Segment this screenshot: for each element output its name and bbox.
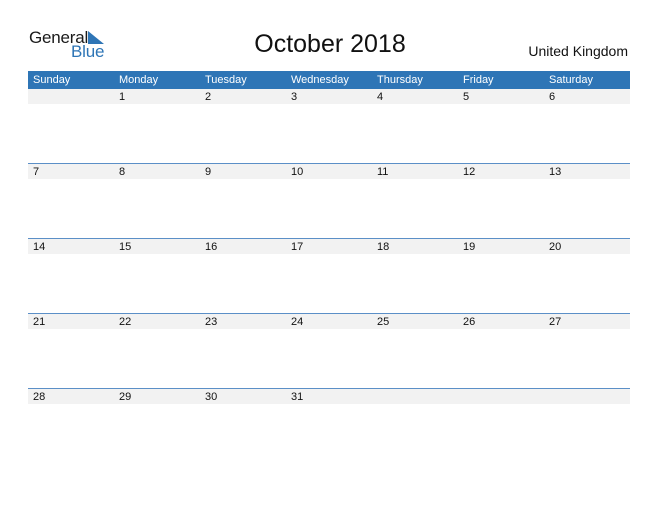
day-cell: 14 [33, 241, 46, 253]
day-cell: 1 [119, 91, 126, 103]
weekday-tuesday: Tuesday [205, 74, 247, 86]
day-cell: 21 [33, 316, 46, 328]
day-cell: 4 [377, 91, 384, 103]
day-cell: 29 [119, 391, 132, 403]
day-cell: 9 [205, 166, 212, 178]
week-row: 28 29 30 31 [28, 388, 630, 464]
date-strip: 28 29 30 31 [28, 389, 630, 404]
day-cell: 8 [119, 166, 126, 178]
country-label: United Kingdom [528, 43, 628, 59]
weekday-thursday: Thursday [377, 74, 423, 86]
day-cell: 7 [33, 166, 40, 178]
day-cell [28, 89, 114, 104]
day-cell: 15 [119, 241, 132, 253]
day-cell [372, 389, 458, 404]
day-cell: 19 [463, 241, 476, 253]
date-strip: 21 22 23 24 25 26 27 [28, 314, 630, 329]
day-cell: 25 [377, 316, 390, 328]
day-cell: 24 [291, 316, 304, 328]
weekday-header: Sunday Monday Tuesday Wednesday Thursday… [28, 71, 630, 89]
day-cell: 5 [463, 91, 470, 103]
date-strip: 7 8 9 10 11 12 13 [28, 164, 630, 179]
day-cell: 2 [205, 91, 212, 103]
weekday-wednesday: Wednesday [291, 74, 349, 86]
day-cell: 22 [119, 316, 132, 328]
day-cell [458, 389, 544, 404]
date-strip: 14 15 16 17 18 19 20 [28, 239, 630, 254]
day-cell: 30 [205, 391, 218, 403]
weekday-saturday: Saturday [549, 74, 594, 86]
date-strip: 1 2 3 4 5 6 [28, 89, 630, 104]
day-cell: 6 [549, 91, 556, 103]
day-cell: 31 [291, 391, 304, 403]
day-cell: 27 [549, 316, 562, 328]
day-cell: 17 [291, 241, 304, 253]
day-cell: 12 [463, 166, 476, 178]
week-row: 21 22 23 24 25 26 27 [28, 313, 630, 389]
day-cell: 26 [463, 316, 476, 328]
day-cell: 18 [377, 241, 390, 253]
day-cell: 23 [205, 316, 218, 328]
day-cell: 3 [291, 91, 298, 103]
day-cell: 11 [377, 166, 389, 178]
weekday-friday: Friday [463, 74, 494, 86]
week-row: 7 8 9 10 11 12 13 [28, 163, 630, 239]
day-cell [544, 389, 630, 404]
weekday-sunday: Sunday [33, 74, 71, 86]
week-row: 1 2 3 4 5 6 [28, 89, 630, 164]
day-cell: 13 [549, 166, 562, 178]
day-cell: 10 [291, 166, 304, 178]
weekday-monday: Monday [119, 74, 159, 86]
week-row: 14 15 16 17 18 19 20 [28, 238, 630, 314]
day-cell: 28 [33, 391, 46, 403]
day-cell: 20 [549, 241, 562, 253]
day-cell: 16 [205, 241, 218, 253]
